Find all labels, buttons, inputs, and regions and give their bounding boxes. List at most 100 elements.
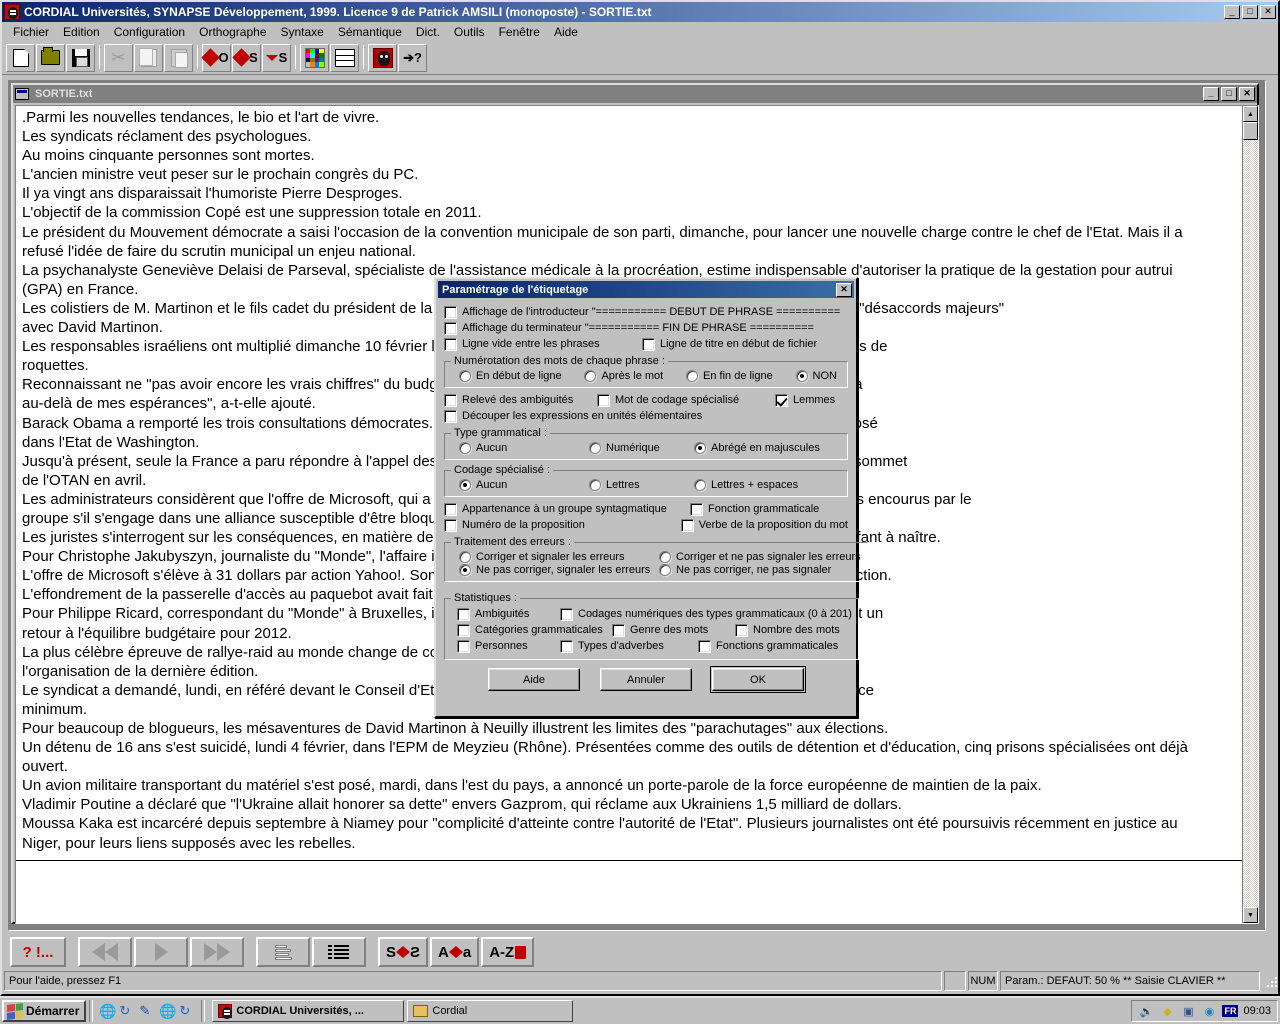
show-terminator-checkbox[interactable] (444, 321, 457, 335)
syntax-s-button[interactable]: S (232, 43, 261, 72)
radio-numbering-none[interactable]: NON (795, 370, 837, 382)
numbering-line-start-radio[interactable] (459, 370, 471, 382)
numbering-none-radio[interactable] (795, 370, 808, 382)
ok-button[interactable]: OK (710, 666, 806, 693)
radio-numbering-line-end[interactable]: En fin de ligne (686, 370, 773, 382)
prev-fast-button[interactable] (78, 937, 132, 967)
lemmas-checkbox[interactable] (775, 393, 788, 407)
radio-coding-none[interactable]: Aucun (459, 479, 589, 491)
close-button[interactable]: ✕ (1260, 5, 1276, 19)
clock[interactable]: 09:03 (1243, 1005, 1271, 1017)
help-button[interactable]: Aide (488, 668, 580, 691)
radio-gramtype-none[interactable]: Aucun (459, 442, 589, 454)
ambiguity-report-checkbox[interactable] (444, 393, 457, 407)
taskbar-item-cordial[interactable]: CORDIAL Universités, ... (212, 1000, 405, 1022)
stat-numeric-codings-checkbox[interactable] (560, 607, 573, 621)
volume-icon[interactable]: 🔊 (1138, 1003, 1154, 1019)
radio-errors-no-correct-report[interactable]: Ne pas corriger, signaler les erreurs (459, 564, 659, 576)
indent-button[interactable] (312, 937, 366, 967)
title-bar[interactable]: CORDIAL Universités, SYNAPSE Développeme… (2, 2, 1278, 22)
document-minimize-button[interactable]: _ (1203, 87, 1219, 101)
menu-item-semantique[interactable]: Sémantique (331, 23, 409, 41)
coding-letters-radio[interactable] (589, 479, 601, 491)
paragraph-button[interactable] (256, 937, 310, 967)
scroll-up-button[interactable]: ▲ (1243, 106, 1258, 122)
radio-numbering-line-start[interactable]: En début de ligne (459, 370, 562, 382)
stat-persons-checkbox[interactable] (457, 639, 470, 653)
stat-grammatical-functions-checkbox[interactable] (698, 639, 711, 653)
proposition-verb-of-word-checkbox[interactable] (680, 518, 694, 532)
mask-button[interactable] (368, 43, 397, 72)
radio-gramtype-numeric[interactable]: Numérique (589, 442, 694, 454)
semantic-s-button[interactable]: S (262, 43, 291, 72)
grammatical-function-checkbox[interactable] (690, 502, 703, 516)
radio-errors-no-correct-no-report[interactable]: Ne pas corriger, ne pas signaler (659, 564, 831, 576)
document-title-bar[interactable]: SORTIE.txt _ □ ✕ (13, 85, 1257, 103)
scroll-down-button[interactable]: ▼ (1243, 907, 1258, 923)
spellcheck-o-button[interactable]: O (201, 43, 231, 72)
menu-item-fenetre[interactable]: Fenêtre (492, 23, 547, 41)
scroll-thumb[interactable] (1243, 122, 1258, 140)
stat-adverb-types-checkbox[interactable] (560, 639, 573, 653)
refresh-2-icon[interactable]: ↻ (179, 1003, 195, 1019)
dialog-title-bar[interactable]: Paramétrage de l'étiquetage ✕ (438, 281, 854, 298)
errors-correct-report-radio[interactable] (459, 551, 471, 563)
menu-item-configuration[interactable]: Configuration (107, 23, 192, 41)
proposition-number-checkbox[interactable] (444, 518, 457, 532)
dialog-close-button[interactable]: ✕ (836, 282, 852, 297)
internet-explorer-2-icon[interactable]: 🌐 (159, 1003, 176, 1019)
refresh-icon[interactable]: ↻ (119, 1003, 135, 1019)
maximize-button[interactable]: □ (1242, 5, 1258, 19)
sentence-swap-button[interactable]: S S (378, 937, 429, 967)
taskbar-item-cordial-folder[interactable]: Cordial (407, 1000, 574, 1022)
menu-item-aide[interactable]: Aide (547, 23, 585, 41)
cut-button[interactable]: ✂ (104, 43, 133, 72)
syntagm-group-membership-checkbox[interactable] (444, 502, 457, 516)
lines-view-button[interactable] (330, 43, 359, 72)
minimize-button[interactable]: _ (1224, 5, 1240, 19)
new-document-button[interactable] (6, 43, 35, 72)
gramtype-abbrev-caps-radio[interactable] (694, 442, 706, 454)
menu-item-orthographe[interactable]: Orthographe (192, 23, 273, 41)
paste-button[interactable] (164, 43, 193, 72)
menu-item-syntaxe[interactable]: Syntaxe (274, 23, 331, 41)
numbering-line-end-radio[interactable] (686, 370, 699, 382)
play-button[interactable] (134, 937, 188, 967)
errors-no-correct-report-radio[interactable] (459, 564, 471, 576)
dictionary-button[interactable]: A-Z (481, 937, 535, 967)
cancel-button[interactable]: Annuler (600, 668, 692, 691)
specialized-coding-word-checkbox[interactable] (597, 393, 610, 407)
shield-icon[interactable]: ◆ (1159, 1003, 1175, 1019)
notepad-icon[interactable]: ✎ (139, 1003, 155, 1019)
radio-gramtype-abbrev-caps[interactable]: Abrégé en majuscules (694, 442, 820, 454)
stat-word-gender-checkbox[interactable] (612, 623, 625, 637)
copy-button[interactable] (134, 43, 163, 72)
checkbox-show-introducer[interactable]: Affichage de l'introducteur "===========… (444, 304, 848, 320)
blank-line-between-sentences-checkbox[interactable] (444, 337, 457, 351)
errors-button[interactable]: ? !... (10, 937, 66, 967)
document-maximize-button[interactable]: □ (1221, 87, 1237, 101)
context-help-button[interactable]: ➔? (398, 43, 427, 72)
radio-coding-letters[interactable]: Lettres (589, 479, 694, 491)
radio-errors-correct-report[interactable]: Corriger et signaler les erreurs (459, 551, 659, 563)
scroll-track[interactable] (1243, 140, 1258, 907)
gramtype-numeric-radio[interactable] (589, 442, 601, 454)
document-vertical-scrollbar[interactable]: ▲ ▼ (1242, 106, 1258, 923)
document-close-button[interactable]: ✕ (1239, 87, 1255, 101)
menu-item-fichier[interactable]: Fichier (6, 23, 56, 41)
network-icon[interactable]: ◉ (1201, 1003, 1217, 1019)
menu-item-edition[interactable]: Edition (56, 23, 107, 41)
display-icon[interactable]: ▣ (1180, 1003, 1196, 1019)
resize-grip[interactable] (1264, 974, 1278, 988)
radio-numbering-after-word[interactable]: Après le mot (584, 370, 663, 382)
menu-item-dict[interactable]: Dict. (409, 23, 447, 41)
coding-letters-spaces-radio[interactable] (694, 479, 706, 491)
menu-item-outils[interactable]: Outils (447, 23, 492, 41)
errors-no-correct-no-report-radio[interactable] (659, 564, 671, 576)
color-palette-button[interactable] (300, 43, 329, 72)
show-introducer-checkbox[interactable] (444, 305, 457, 319)
internet-explorer-icon[interactable]: 🌐 (99, 1003, 116, 1019)
coding-none-radio[interactable] (459, 479, 471, 491)
radio-coding-letters-spaces[interactable]: Lettres + espaces (694, 479, 798, 491)
next-fast-button[interactable] (190, 937, 244, 967)
